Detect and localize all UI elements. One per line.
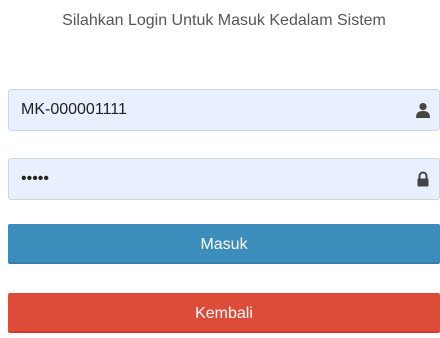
lock-icon <box>415 171 431 187</box>
back-button[interactable]: Kembali <box>8 293 440 333</box>
password-field[interactable] <box>8 158 440 200</box>
user-icon <box>415 102 431 118</box>
login-instruction: Silahkan Login Untuk Masuk Kedalam Siste… <box>62 12 386 29</box>
password-input[interactable] <box>9 159 389 199</box>
username-input[interactable] <box>9 90 389 130</box>
login-button[interactable]: Masuk <box>8 224 440 264</box>
username-field[interactable] <box>8 89 440 131</box>
login-page: Silahkan Login Untuk Masuk Kedalam Siste… <box>0 0 440 338</box>
